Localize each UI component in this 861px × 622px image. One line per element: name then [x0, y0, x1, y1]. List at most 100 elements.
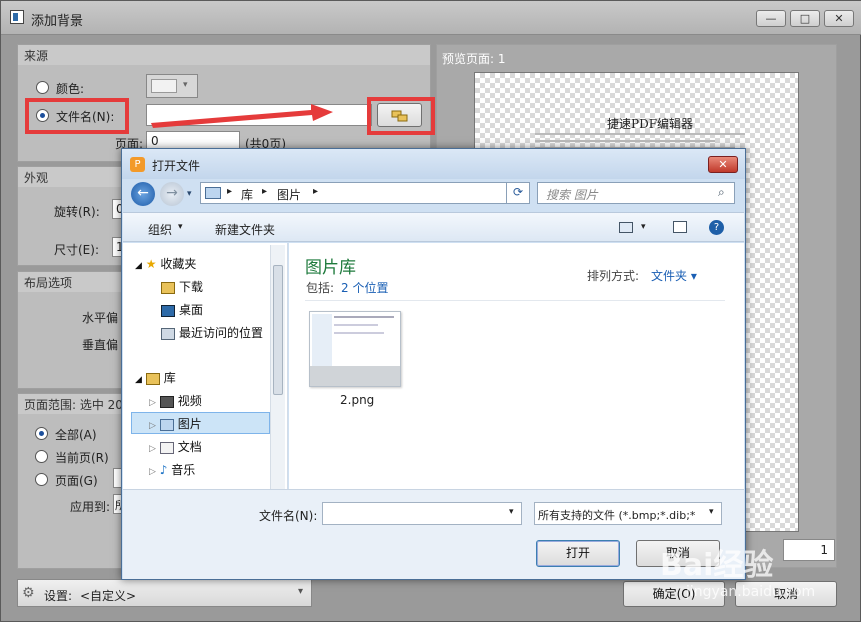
open-file-dialog: P 打开文件 ✕ ← → ▾ ▸ 库 ▸ 图片 ▸ ▾ ⟳ 搜索 图片 ⌕ 组织…	[121, 148, 746, 580]
dialog-title: 打开文件	[152, 159, 201, 173]
chevron-down-icon[interactable]: ▾	[641, 222, 646, 232]
library-includes-label: 包括:	[306, 281, 335, 295]
nav-music[interactable]: ▷ ♪ 音乐	[149, 459, 195, 481]
nav-videos[interactable]: ▷ 视频	[149, 390, 202, 412]
breadcrumb-library[interactable]: 库	[241, 186, 253, 203]
scrollbar-thumb[interactable]	[273, 265, 283, 395]
file-thumbnail[interactable]	[309, 311, 401, 387]
filename-radio[interactable]	[36, 109, 49, 122]
nav-favorites[interactable]: ◢ ★ 收藏夹	[135, 253, 196, 275]
nav-libraries[interactable]: ◢ 库	[135, 367, 176, 389]
chevron-down-icon: ▾	[509, 507, 514, 517]
dialog-filename-input[interactable]: ▾	[322, 502, 522, 525]
pages-label: 页面(G)	[55, 474, 98, 488]
refresh-button[interactable]: ⟳	[506, 182, 530, 204]
nav-documents[interactable]: ▷ 文档	[149, 436, 202, 458]
nav-pictures[interactable]: ▷ 图片	[131, 412, 270, 434]
settings-label: 设置:	[44, 589, 73, 603]
back-button[interactable]: ←	[131, 182, 155, 206]
close-button[interactable]: ✕	[824, 10, 854, 27]
chevron-down-icon: ▾	[183, 80, 188, 90]
file-content-area: 图片库 包括: 2 个位置 排列方式: 文件夹 ▾ 2.png	[289, 243, 744, 489]
color-picker[interactable]: ▾	[146, 74, 198, 98]
file-type-select[interactable]: 所有支持的文件 (*.bmp;*.dib;* ▾	[534, 502, 722, 525]
page-value: 0	[151, 134, 159, 148]
window-title: 添加背景	[31, 14, 84, 29]
nav-downloads[interactable]: 下载	[161, 276, 203, 298]
forward-button[interactable]: →	[160, 182, 184, 206]
app-icon	[10, 10, 24, 24]
color-label: 颜色:	[56, 82, 85, 96]
preview-header: 预览页面: 1	[442, 52, 506, 66]
preview-pane-icon[interactable]	[673, 221, 687, 233]
arrange-label: 排列方式:	[587, 269, 640, 283]
settings-dropdown[interactable]: ⚙ 设置: <自定义> ▾	[17, 579, 312, 607]
breadcrumb-separator-icon: ▸	[262, 186, 268, 197]
arrange-dropdown[interactable]: 文件夹 ▾	[651, 267, 697, 284]
help-icon[interactable]: ?	[709, 220, 724, 235]
thumbnail-line	[334, 324, 378, 326]
nav-desktop[interactable]: 桌面	[161, 299, 203, 321]
nav-recent[interactable]: 最近访问的位置	[161, 322, 263, 344]
history-chevron-icon[interactable]: ▾	[187, 189, 192, 199]
filename-label: 文件名(N):	[56, 110, 115, 124]
navigation-pane: ◢ ★ 收藏夹 下载 桌面 最近访问的位置 ◢ 库 ▷ 视频 ▷ 图片 ▷ 文档…	[123, 243, 288, 489]
preview-text-line	[535, 140, 715, 142]
preview-doc-title: 捷速PDF编辑器	[607, 117, 694, 131]
source-header: 来源	[18, 45, 430, 65]
pages-radio[interactable]	[35, 473, 48, 486]
settings-value: <自定义>	[80, 589, 137, 603]
search-box[interactable]: 搜索 图片 ⌕	[537, 182, 735, 204]
minimize-button[interactable]: —	[756, 10, 786, 27]
breadcrumb-pictures[interactable]: 图片	[277, 186, 301, 203]
dialog-toolbar: 组织 ▾ 新建文件夹 ▾ ?	[123, 212, 744, 242]
title-bar: 添加背景 — □ ✕	[1, 1, 861, 35]
app-p-icon: P	[130, 157, 145, 172]
thumbnail-line	[334, 316, 394, 318]
preview-page-input[interactable]: 1	[783, 539, 835, 561]
dialog-close-button[interactable]: ✕	[708, 156, 738, 173]
gear-icon: ⚙	[22, 585, 35, 601]
chevron-down-icon: ▾	[178, 222, 183, 232]
open-button[interactable]: 打开	[536, 540, 620, 567]
breadcrumb-separator-icon: ▸	[313, 186, 319, 197]
view-icon[interactable]	[619, 222, 633, 233]
current-page-label: 当前页(R)	[55, 451, 109, 465]
nav-scrollbar[interactable]	[270, 245, 285, 489]
rotate-label: 旋转(R):	[54, 205, 100, 219]
breadcrumb-separator-icon: ▸	[227, 186, 233, 197]
address-bar[interactable]: ▸ 库 ▸ 图片 ▸ ▾	[200, 182, 530, 204]
v-offset-label: 垂直偏	[82, 338, 119, 352]
color-swatch	[151, 79, 177, 93]
library-title: 图片库	[305, 258, 356, 278]
chevron-down-icon: ▾	[298, 586, 304, 597]
all-pages-label: 全部(A)	[55, 428, 97, 442]
dialog-bottom: 文件名(N): ▾ 所有支持的文件 (*.bmp;*.dib;* ▾ 打开 取消	[123, 489, 744, 579]
organize-button[interactable]: 组织	[148, 221, 172, 238]
thumbnail-footer	[310, 366, 400, 386]
h-offset-label: 水平偏	[82, 311, 119, 325]
browse-button[interactable]	[377, 103, 422, 127]
watermark-url: jingyan.baidu.com	[686, 584, 816, 600]
watermark-brand: Bai经验	[660, 548, 774, 583]
file-name-label[interactable]: 2.png	[340, 393, 374, 407]
current-page-radio[interactable]	[35, 450, 48, 463]
apply-to-label: 应用到:	[70, 500, 111, 514]
search-placeholder: 搜索 图片	[546, 188, 598, 202]
maximize-button[interactable]: □	[790, 10, 820, 27]
folder-icon	[391, 110, 407, 122]
search-icon: ⌕	[718, 185, 725, 199]
new-folder-button[interactable]: 新建文件夹	[215, 221, 275, 238]
all-pages-radio[interactable]	[35, 427, 48, 440]
dialog-filename-label: 文件名(N):	[259, 509, 318, 523]
preview-text-line	[535, 133, 745, 135]
color-radio[interactable]	[36, 81, 49, 94]
red-arrow-annotation	[151, 104, 333, 128]
dialog-title-bar: P 打开文件 ✕	[122, 149, 745, 179]
divider	[305, 300, 725, 301]
library-includes-link[interactable]: 2 个位置	[341, 279, 388, 296]
pictures-library-icon	[205, 187, 221, 199]
size-label: 尺寸(E):	[54, 243, 99, 257]
chevron-down-icon: ▾	[709, 507, 714, 517]
thumbnail-line	[334, 332, 384, 334]
